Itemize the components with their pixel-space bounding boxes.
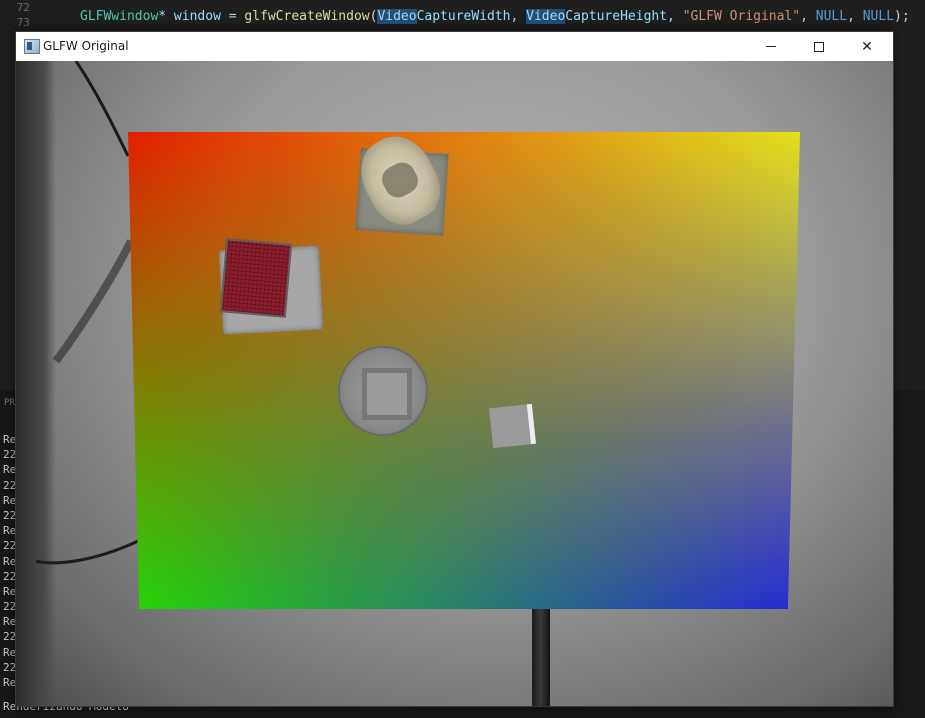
code-separator: , [847, 9, 863, 24]
code-null-token: NULL [815, 9, 848, 24]
app-icon [24, 39, 40, 54]
code-arg-token: CaptureHeight [565, 9, 668, 24]
close-icon: ✕ [861, 38, 873, 55]
render-viewport[interactable] [16, 61, 893, 706]
small-house-model [489, 403, 536, 449]
code-var-token: * window = [158, 9, 245, 24]
maximize-button[interactable] [795, 32, 843, 61]
minimize-button[interactable] [747, 32, 795, 61]
gradient-quad [128, 132, 800, 609]
code-paren: ); [894, 9, 910, 24]
window-title: GLFW Original [43, 39, 129, 53]
red-roof-building-model [219, 238, 293, 318]
code-string-token: "GLFW Original" [682, 9, 801, 24]
line-number-gutter: 72 73 [0, 0, 30, 30]
panel-label: PR [4, 398, 15, 408]
round-platform-model [338, 346, 428, 436]
glfw-window[interactable]: GLFW Original ✕ [15, 31, 894, 707]
code-highlight-token: Video [526, 9, 566, 24]
code-line[interactable]: GLFWwindow* window = glfwCreateWindow(Vi… [80, 9, 910, 24]
line-number: 72 [16, 1, 30, 14]
code-null-token: NULL [862, 9, 895, 24]
code-separator: , [667, 9, 683, 24]
code-separator: , [510, 9, 527, 24]
window-titlebar[interactable]: GLFW Original ✕ [16, 32, 893, 61]
code-highlight-token: Video [377, 9, 417, 24]
close-button[interactable]: ✕ [843, 32, 891, 61]
code-separator: , [800, 9, 816, 24]
maximize-icon [814, 41, 824, 52]
code-type-token: GLFWwindow [80, 9, 159, 24]
code-arg-token: CaptureWidth [416, 9, 511, 24]
code-function-token: glfwCreateWindow [244, 9, 370, 24]
line-number: 73 [16, 16, 30, 29]
minimize-icon [766, 46, 776, 47]
